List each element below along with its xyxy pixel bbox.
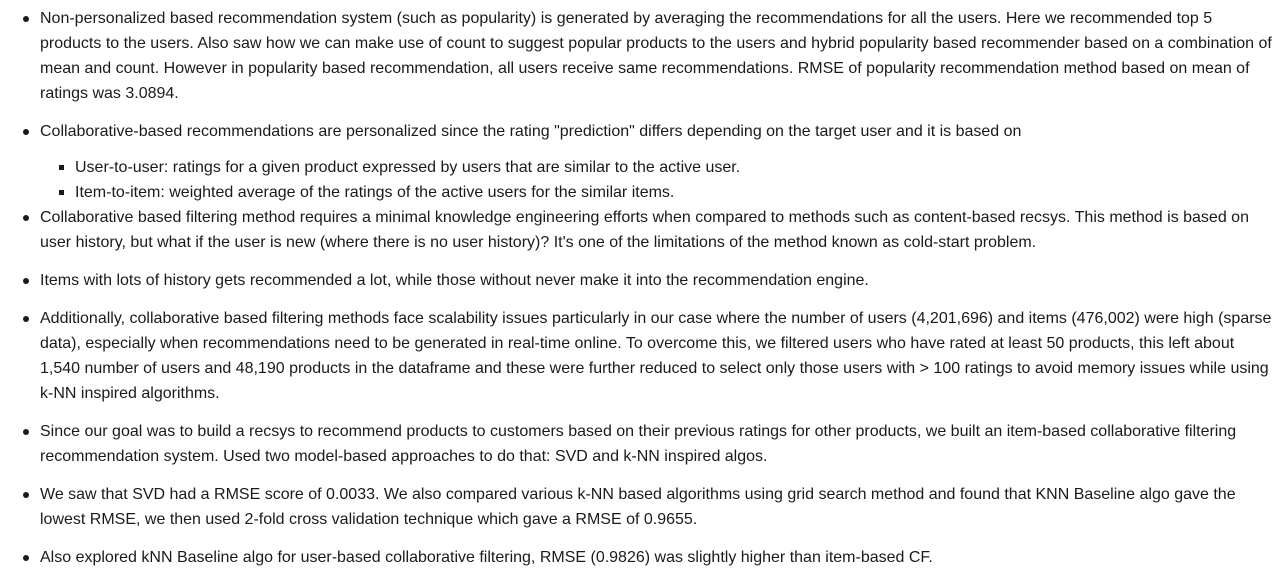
list-item-scalability: Additionally, collaborative based filter… xyxy=(0,306,1286,406)
list-item-text: Collaborative based filtering method req… xyxy=(40,209,1249,251)
list-item-history-bias: Items with lots of history gets recommen… xyxy=(0,268,1286,293)
list-item-cold-start: Collaborative based filtering method req… xyxy=(0,205,1286,255)
list-item-popularity: Non-personalized based recommendation sy… xyxy=(0,6,1286,106)
sub-list-item-text: User-to-user: ratings for a given produc… xyxy=(75,159,741,176)
list-item-collaborative: Collaborative-based recommendations are … xyxy=(0,119,1286,205)
list-item-text: Items with lots of history gets recommen… xyxy=(40,272,869,289)
list-item-text: Also explored kNN Baseline algo for user… xyxy=(40,549,933,566)
sub-list-item-item-to-item: Item-to-item: weighted average of the ra… xyxy=(40,180,1272,205)
list-item-user-based: Also explored kNN Baseline algo for user… xyxy=(0,545,1286,570)
document-body: Non-personalized based recommendation sy… xyxy=(0,0,1286,567)
list-item-text: Since our goal was to build a recsys to … xyxy=(40,423,1237,465)
sub-list: User-to-user: ratings for a given produc… xyxy=(40,155,1272,205)
sub-list-item-user-to-user: User-to-user: ratings for a given produc… xyxy=(40,155,1272,180)
list-item-item-based: Since our goal was to build a recsys to … xyxy=(0,419,1286,469)
summary-list: Non-personalized based recommendation sy… xyxy=(0,0,1286,570)
list-item-text: We saw that SVD had a RMSE score of 0.00… xyxy=(40,486,1236,528)
list-item-text: Non-personalized based recommendation sy… xyxy=(40,10,1272,102)
list-item-text: Collaborative-based recommendations are … xyxy=(40,123,1022,140)
list-item-text: Additionally, collaborative based filter… xyxy=(40,310,1272,402)
sub-list-item-text: Item-to-item: weighted average of the ra… xyxy=(75,184,675,201)
list-item-svd-results: We saw that SVD had a RMSE score of 0.00… xyxy=(0,482,1286,532)
